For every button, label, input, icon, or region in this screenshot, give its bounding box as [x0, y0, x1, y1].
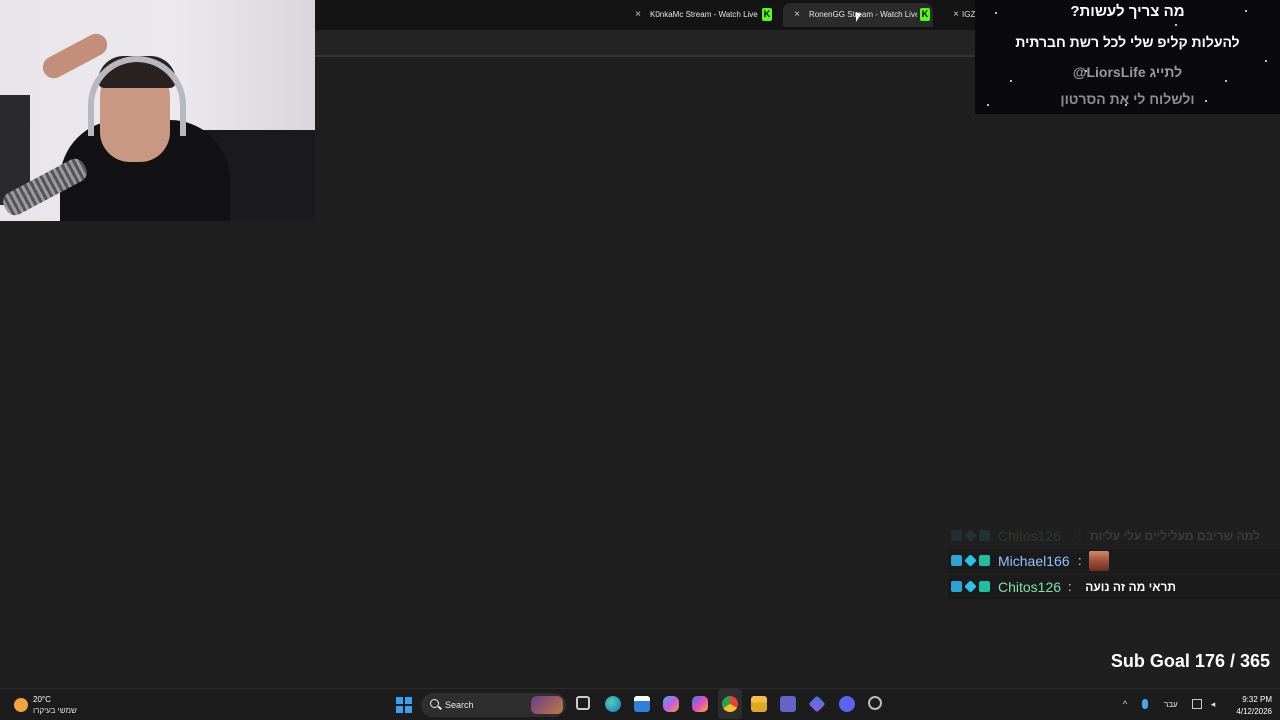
kick-icon: K [762, 8, 772, 21]
instructions-line: להעלות קליפ שלי לכל רשת חברתית [1015, 34, 1240, 50]
instructions-line: לתייג LiorsLife@ [1072, 64, 1183, 80]
emote-icon [1089, 551, 1109, 571]
chat-text: תראי מה זה נועה [1085, 580, 1176, 594]
badge-icon [964, 580, 977, 593]
weather-icon[interactable] [14, 698, 28, 712]
file-explorer-icon[interactable] [751, 696, 767, 712]
tab-title: RonenGG Stream - Watch Live [809, 10, 917, 19]
tab-title: K0nkaMc Stream - Watch Live [650, 10, 758, 19]
search-label: Search [445, 700, 474, 710]
chat-username: Michael166 [998, 553, 1070, 569]
instructions-overlay: מה צריך לעשות? להעלות קליפ שלי לכל רשת ח… [975, 0, 1280, 114]
chat-separator: : [1068, 579, 1072, 594]
close-tab-icon[interactable]: × [632, 7, 644, 23]
badge-icon [979, 555, 990, 566]
mouse-cursor [856, 12, 861, 22]
badge-icon [964, 554, 977, 567]
sub-goal-counter: Sub Goal 176 / 365 [1110, 651, 1270, 671]
language-indicator[interactable]: עבר [1164, 699, 1178, 711]
badge-icon [951, 581, 962, 592]
search-highlight-image [531, 696, 563, 714]
kick-icon: K [920, 8, 930, 21]
store-icon[interactable] [634, 696, 650, 712]
edge-icon[interactable] [605, 696, 621, 712]
chat-text: למה שריבם מעליליים עלי עליות [1089, 529, 1260, 543]
copilot-icon[interactable] [663, 696, 679, 712]
tab-igz[interactable]: × IGZ [942, 3, 976, 27]
badge-icon [951, 555, 962, 566]
search-icon [430, 699, 439, 708]
tab-title: IGZ [962, 10, 976, 19]
close-tab-icon[interactable]: × [950, 7, 962, 23]
chat-separator: : [1078, 553, 1082, 568]
close-tab-icon[interactable]: × [791, 7, 803, 23]
taskbar: 20°C שמשי בעיקרו Search ^ עבר ◂ 9:32 PM … [0, 688, 1280, 720]
chat-message: Chitos126 : תראי מה זה נועה [948, 575, 1280, 599]
weather-description[interactable]: שמשי בעיקרו [33, 705, 77, 717]
task-view-icon[interactable] [576, 696, 590, 710]
badge-icon [964, 529, 977, 542]
chat-message: Chitos126 : למה שריבם מעליליים עלי עליות [948, 524, 1280, 548]
app-icon[interactable] [868, 696, 882, 710]
instructions-line: ולשלוח לי את הסרטון [1060, 91, 1195, 107]
chat-username: Chitos126 [998, 528, 1062, 544]
start-icon[interactable] [396, 697, 412, 713]
clock-date: 4/12/2026 [1236, 707, 1272, 716]
screen: + × K0nkaMc Stream - Watch Live K × Rone… [0, 0, 1280, 720]
chevron-up-icon[interactable]: ^ [1120, 699, 1130, 709]
network-icon[interactable] [1192, 699, 1202, 709]
vpn-icon[interactable] [808, 695, 826, 713]
badge-icon [979, 581, 990, 592]
clock[interactable]: 9:32 PM 4/12/2026 [1228, 694, 1272, 718]
microphone-icon[interactable] [1142, 699, 1148, 709]
webcam-overlay [0, 0, 315, 221]
chat-separator: : [1078, 528, 1082, 543]
chrome-icon[interactable] [722, 696, 738, 712]
chat-username: Chitos126 [998, 579, 1062, 595]
clock-time: 9:32 PM [1242, 695, 1272, 704]
volume-icon[interactable]: ◂ [1208, 699, 1218, 709]
teams-icon[interactable] [780, 696, 796, 712]
discord-icon[interactable] [839, 696, 855, 712]
instructions-title: מה צריך לעשות? [1070, 3, 1185, 20]
badge-icon [979, 530, 990, 541]
tab-k0nkamc[interactable]: × K0nkaMc Stream - Watch Live K [624, 3, 772, 27]
m365-icon[interactable] [692, 696, 708, 712]
badge-icon [951, 530, 962, 541]
chat-message: Michael166 : [948, 549, 1280, 573]
search-box[interactable]: Search [421, 693, 566, 717]
